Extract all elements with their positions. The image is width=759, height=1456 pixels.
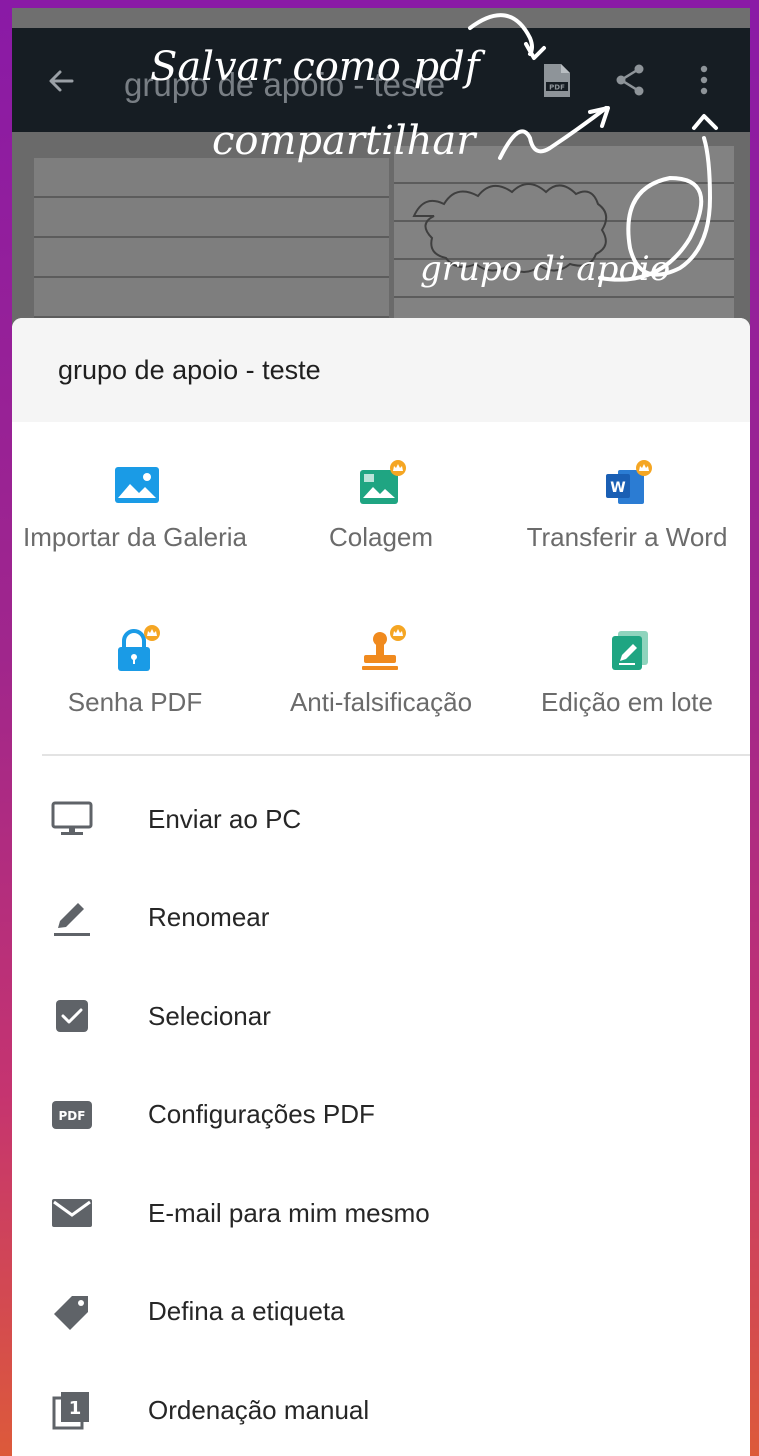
- pdf-badge-icon: PDF: [52, 1100, 92, 1129]
- tool-transfer-word[interactable]: W Transferir a Word: [504, 422, 750, 587]
- menu-item-manual-sort[interactable]: 1 Ordenação manual: [12, 1361, 750, 1456]
- monitor-icon: [51, 801, 93, 836]
- svg-text:PDF: PDF: [59, 1109, 86, 1123]
- svg-text:1: 1: [69, 1398, 82, 1419]
- menu-item-rename[interactable]: Renomear: [12, 869, 750, 968]
- tag-icon: [54, 1295, 88, 1330]
- menu-item-pdf-settings[interactable]: PDF Configurações PDF: [12, 1066, 750, 1165]
- menu-item-email-myself[interactable]: E-mail para mim mesmo: [12, 1164, 750, 1263]
- save-as-pdf-icon[interactable]: PDF: [534, 58, 578, 102]
- sheet-title: grupo de apoio - teste: [12, 318, 750, 422]
- collage-icon: [360, 460, 406, 504]
- menu-item-select[interactable]: Selecionar: [12, 967, 750, 1066]
- tool-batch-edit[interactable]: Edição em lote: [504, 587, 750, 752]
- svg-text:PDF: PDF: [549, 84, 565, 92]
- back-arrow-icon[interactable]: [42, 61, 82, 101]
- tool-pdf-password[interactable]: Senha PDF: [12, 587, 258, 752]
- divider: [42, 754, 750, 756]
- tool-import-gallery[interactable]: Importar da Galeria: [12, 422, 258, 587]
- menu-item-send-to-pc[interactable]: Enviar ao PC: [12, 770, 750, 869]
- stamp-icon: [362, 625, 406, 670]
- more-options-icon[interactable]: [682, 58, 726, 102]
- pencil-icon: [54, 902, 90, 936]
- annotation-share: compartilhar: [212, 118, 476, 164]
- menu-item-set-tag[interactable]: Defina a etiqueta: [12, 1263, 750, 1362]
- mail-icon: [52, 1199, 92, 1228]
- tool-collage[interactable]: Colagem: [258, 422, 504, 587]
- svg-text:W: W: [610, 480, 625, 496]
- gallery-icon: [115, 467, 159, 503]
- tool-anti-forgery[interactable]: Anti-falsificação: [258, 587, 504, 752]
- batch-edit-icon: [612, 631, 648, 670]
- word-icon: W: [606, 460, 652, 504]
- menu-list: Enviar ao PC Renomear Selecionar PDF Con…: [12, 770, 750, 1456]
- checkbox-icon: [56, 1000, 88, 1033]
- bottom-sheet: grupo de apoio - teste Importar da Galer…: [12, 318, 750, 1456]
- annotation-save-pdf: Salvar como pdf: [150, 44, 480, 90]
- tools-grid: Importar da Galeria Colagem W Transferir: [12, 422, 750, 752]
- manual-sort-icon: 1: [52, 1392, 89, 1430]
- share-icon[interactable]: [608, 58, 652, 102]
- lock-icon: [118, 625, 160, 671]
